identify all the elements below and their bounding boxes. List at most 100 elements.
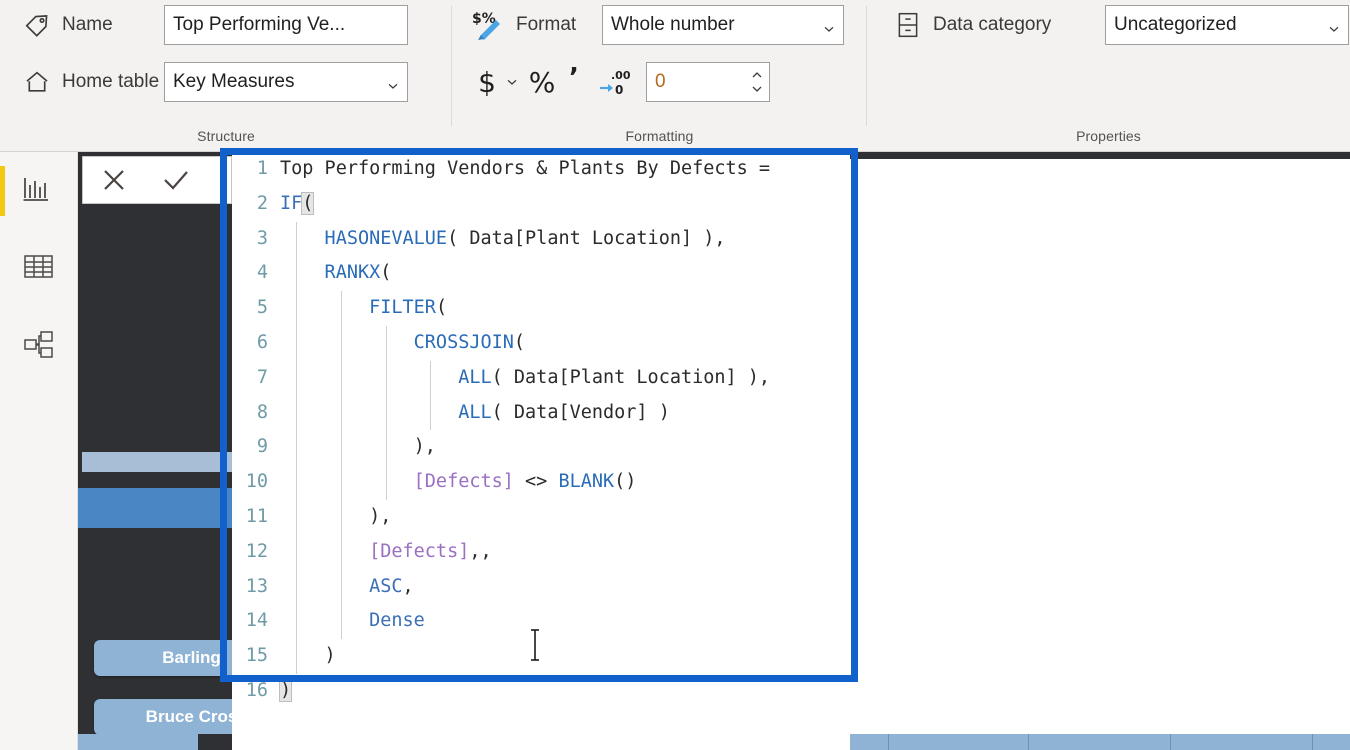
- right-empty-pane: [850, 152, 1350, 750]
- indent-guide: [341, 604, 343, 640]
- code-text: [Defects] <> BLANK(): [413, 471, 637, 493]
- line-number: 16: [245, 679, 268, 701]
- code-line[interactable]: 12 [Defects],,: [232, 534, 850, 570]
- code-line[interactable]: 1 Top Performing Vendors & Plants By Defe…: [232, 152, 850, 187]
- ribbon-group-formatting: $% Format Whole number $ % ’ .00 0 0 For…: [452, 0, 867, 152]
- code-line[interactable]: 7 ALL( Data[Plant Location] ),: [232, 360, 850, 396]
- formatting-group-label: Formatting: [625, 128, 694, 144]
- code-line[interactable]: 10 [Defects] <> BLANK(): [232, 465, 850, 500]
- code-line[interactable]: 3 HASONEVALUE( Data[Plant Location] ),: [232, 221, 850, 257]
- code-line[interactable]: 9 ),: [232, 430, 850, 466]
- footer-tick-3: [1170, 734, 1171, 750]
- indent-guide: [341, 291, 343, 326]
- code-line[interactable]: 5 FILTER(: [232, 291, 850, 326]
- line-number: 15: [245, 645, 268, 667]
- cancel-formula-button[interactable]: [83, 157, 145, 203]
- line-number: 9: [256, 436, 268, 458]
- format-row: $% Format Whole number: [470, 5, 844, 45]
- code-text: Dense: [280, 610, 425, 632]
- code-text: Top Performing Vendors & Plants By Defec…: [280, 158, 771, 179]
- right-footer-strip: [850, 734, 1350, 750]
- footer-tick-1: [888, 734, 889, 750]
- indent-guide: [341, 499, 343, 535]
- canvas-top-strip: [850, 152, 1350, 159]
- indent-guide: [296, 639, 298, 674]
- code-line[interactable]: 13 ASC,: [232, 569, 850, 605]
- indent-guide: [296, 430, 298, 466]
- indent-guide: [385, 465, 387, 500]
- line-number: 3: [256, 227, 268, 249]
- code-line[interactable]: 16): [232, 674, 850, 709]
- code-text: FILTER(: [280, 297, 448, 319]
- slicer-item-label: Barling: [162, 648, 221, 667]
- line-number: 11: [245, 505, 268, 527]
- properties-group-label: Properties: [1076, 128, 1141, 144]
- code-text: IF(: [280, 191, 315, 215]
- indent-guide: [296, 604, 298, 640]
- code-text: ),: [280, 436, 436, 458]
- code-text: ): [278, 678, 293, 702]
- code-line[interactable]: 8 ALL( Data[Vendor] ): [232, 395, 850, 431]
- name-row: Name Top Performing Ve...: [20, 5, 408, 45]
- sidebar-item-model-view[interactable]: [0, 316, 78, 378]
- chevron-down-icon: [823, 19, 835, 32]
- format-toolbar-row: $ % ’ .00 0 0: [474, 62, 770, 102]
- stepper-arrows[interactable]: [751, 63, 763, 101]
- decrease-decimal-places-button[interactable]: .00 0: [594, 63, 638, 101]
- percent-format-button[interactable]: %: [524, 63, 560, 101]
- indent-guide: [385, 395, 387, 431]
- decimal-places-stepper[interactable]: 0: [646, 62, 770, 102]
- indent-guide: [296, 395, 298, 431]
- indent-guide: [296, 534, 298, 570]
- code-line[interactable]: 2 IF(: [232, 187, 850, 222]
- line-number: 14: [245, 610, 268, 632]
- code-text: ASC,: [280, 575, 414, 597]
- line-number: 7: [256, 366, 268, 388]
- indent-guide: [296, 221, 298, 257]
- code-text: CROSSJOIN(: [280, 331, 526, 353]
- line-number: 2: [256, 192, 268, 214]
- slicer-item-label: Bruce Cros: [145, 707, 238, 726]
- code-line[interactable]: 11 ),: [232, 499, 850, 535]
- thousands-separator-button[interactable]: ’: [560, 63, 594, 101]
- workspace-area: D Manu Barling Bruce Cros Charlevo Chesa…: [0, 152, 1350, 750]
- code-text: [Defects],,: [369, 540, 492, 562]
- code-line[interactable]: 6 CROSSJOIN(: [232, 325, 850, 361]
- indent-guide: [341, 430, 343, 466]
- checkmark-icon: [164, 171, 188, 190]
- home-table-row: Home table Key Measures: [20, 62, 408, 102]
- currency-format-button[interactable]: $: [474, 63, 500, 101]
- decimal-places-value: 0: [655, 71, 666, 92]
- indent-guide: [296, 360, 298, 396]
- measure-name-input[interactable]: Top Performing Ve...: [164, 5, 408, 45]
- home-table-label: Home table: [62, 71, 160, 92]
- structure-group-label: Structure: [197, 128, 255, 144]
- drawer-icon: [891, 8, 925, 42]
- code-text: ): [280, 645, 336, 667]
- sidebar-item-data-view[interactable]: [0, 238, 78, 300]
- line-number: 12: [245, 540, 268, 562]
- data-category-select[interactable]: Uncategorized: [1105, 5, 1349, 45]
- indent-guide: [296, 569, 298, 605]
- bar-chart-icon: [22, 174, 56, 209]
- home-table-select[interactable]: Key Measures: [164, 62, 408, 102]
- chevron-down-icon: [752, 86, 762, 92]
- indent-guide: [341, 569, 343, 605]
- line-number: 10: [245, 471, 268, 493]
- sidebar-item-report-view[interactable]: [0, 160, 78, 222]
- indent-guide: [430, 395, 432, 431]
- format-select[interactable]: Whole number: [602, 5, 844, 45]
- data-category-row: Data category Uncategorized: [891, 5, 1349, 45]
- line-number: 8: [256, 401, 268, 423]
- code-line[interactable]: 4 RANKX(: [232, 256, 850, 292]
- text-cursor-ibeam-icon: [527, 628, 543, 662]
- currency-dropdown-chevron-icon[interactable]: [500, 63, 524, 101]
- home-icon: [20, 65, 54, 99]
- code-text: ALL( Data[Plant Location] ),: [280, 366, 771, 388]
- footer-tick-2: [1028, 734, 1029, 750]
- data-category-label: Data category: [933, 14, 1052, 35]
- indent-guide: [385, 430, 387, 466]
- home-table-value: Key Measures: [173, 71, 295, 92]
- commit-formula-button[interactable]: [145, 157, 207, 203]
- line-number: 6: [256, 331, 268, 353]
